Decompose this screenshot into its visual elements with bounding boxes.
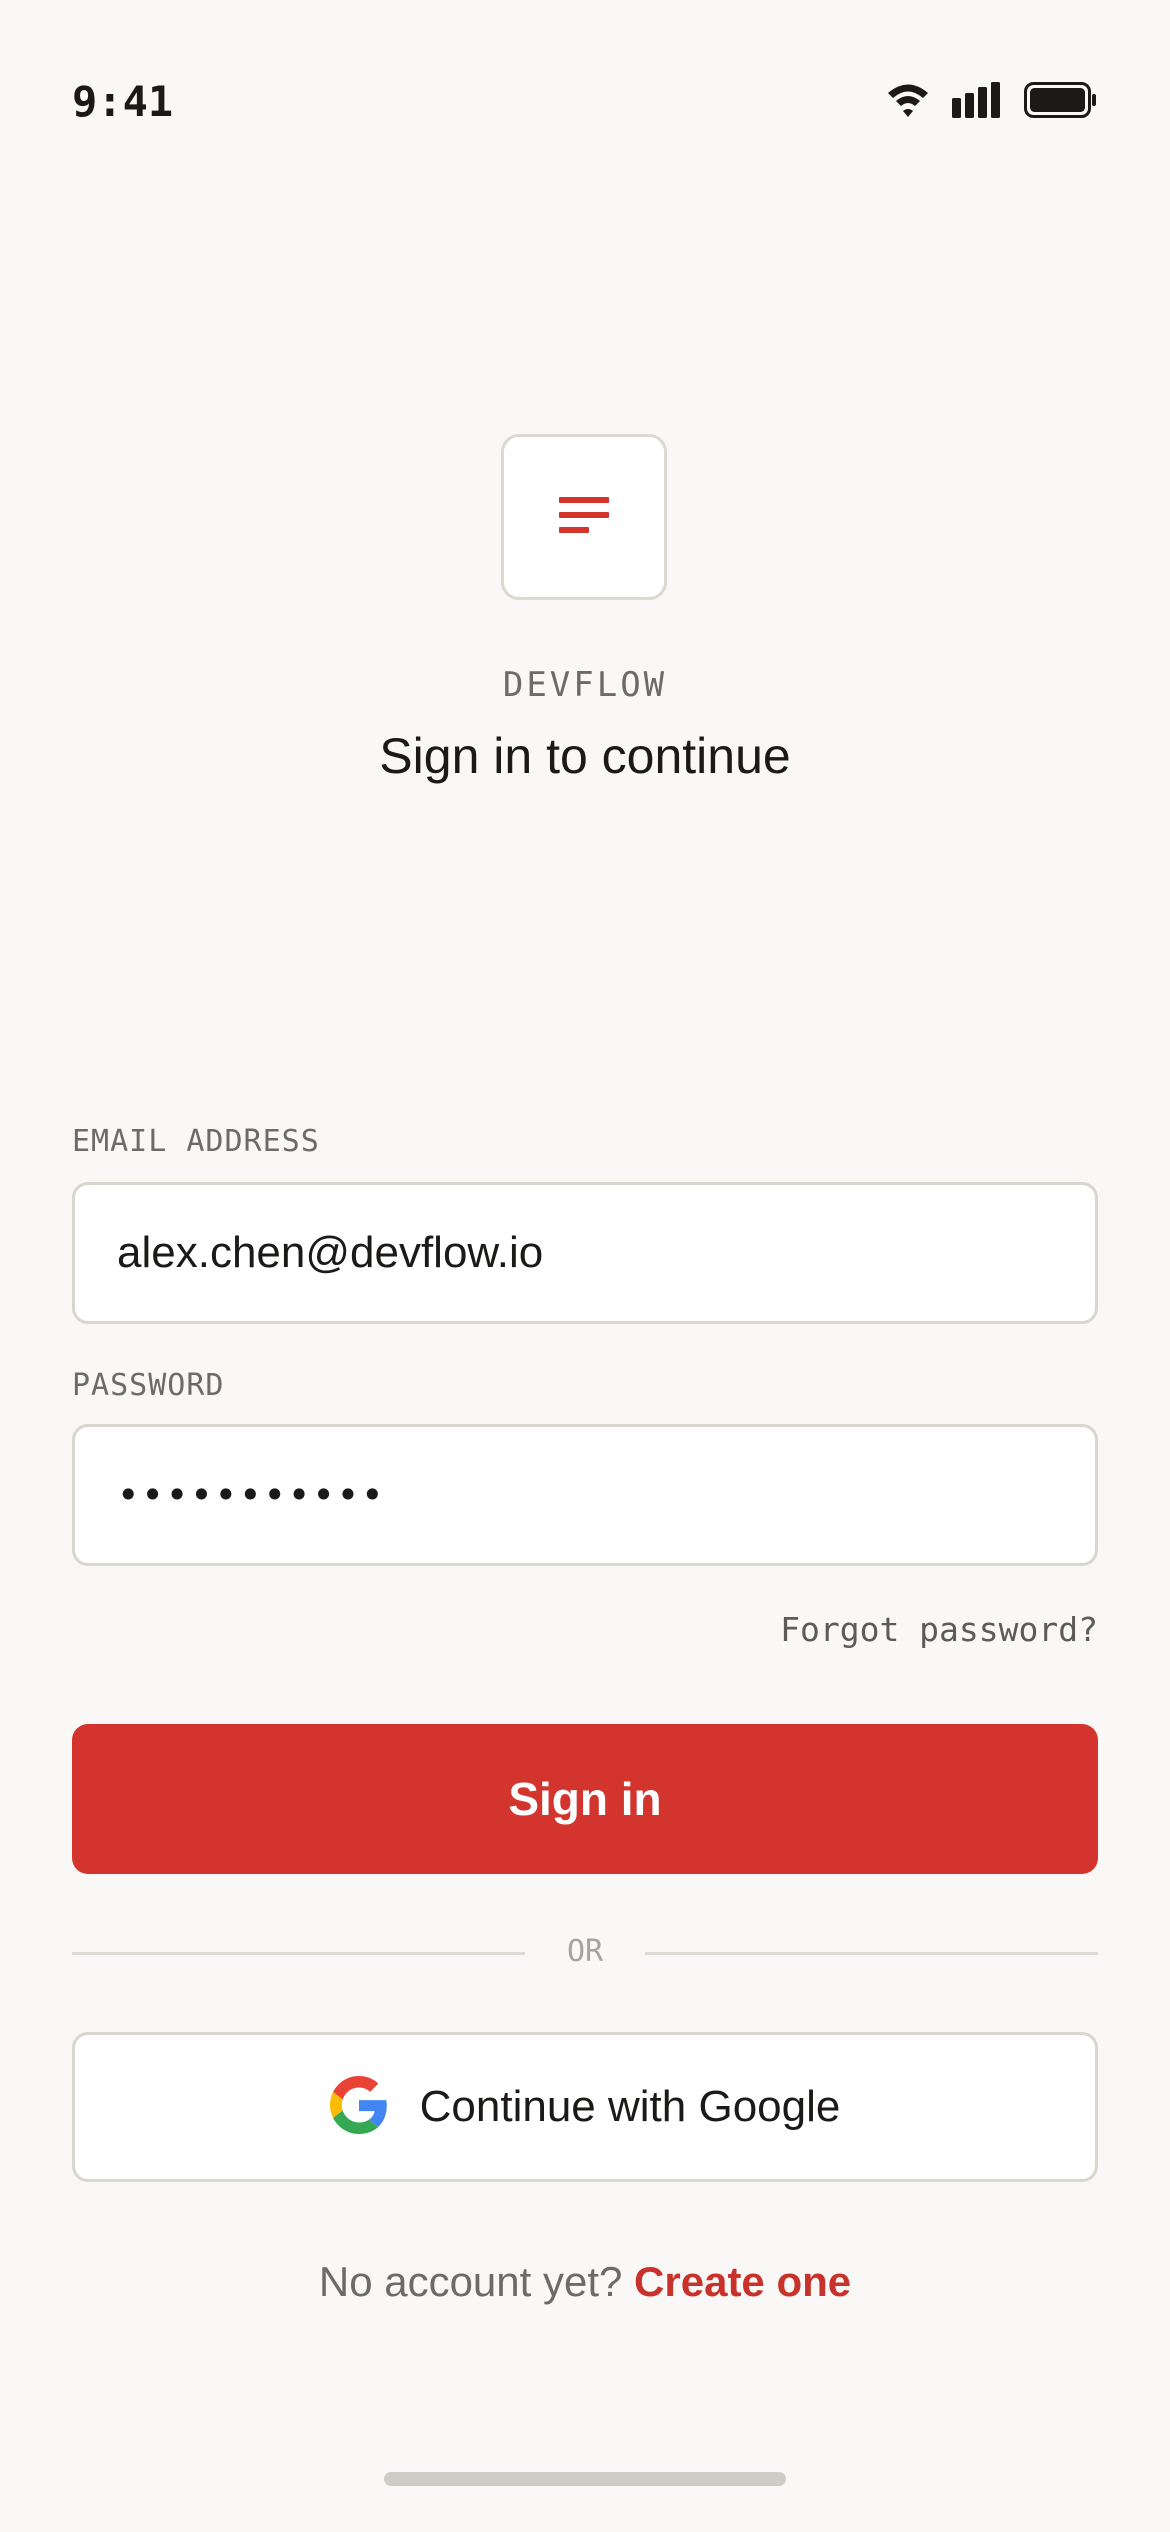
signup-prompt: No account yet? Create one xyxy=(0,2252,1170,2312)
status-icons xyxy=(886,80,1098,125)
google-button-label: Continue with Google xyxy=(419,2082,841,2131)
password-label: PASSWORD xyxy=(72,1368,225,1403)
forgot-password-link[interactable]: Forgot password? xyxy=(780,1608,1098,1652)
status-time: 9:41 xyxy=(72,77,174,126)
battery-icon xyxy=(1024,81,1098,123)
google-icon xyxy=(329,2075,388,2139)
signal-icon xyxy=(952,81,1002,123)
wifi-icon xyxy=(886,80,930,125)
sign-in-button[interactable]: Sign in xyxy=(72,1724,1098,1874)
divider-line-right xyxy=(645,1952,1098,1955)
brand-name: DEVFLOW xyxy=(502,665,668,705)
continue-with-google-button[interactable]: Continue with Google xyxy=(72,2032,1098,2182)
email-input[interactable] xyxy=(72,1182,1098,1324)
menu-lines-icon xyxy=(557,495,611,540)
app-logo xyxy=(501,434,667,600)
signup-prompt-text: No account yet? xyxy=(318,2258,623,2305)
home-indicator xyxy=(384,2472,786,2486)
password-input[interactable] xyxy=(72,1424,1098,1566)
divider-or: OR xyxy=(566,1934,604,1969)
email-label: EMAIL ADDRESS xyxy=(72,1124,320,1159)
divider-line-left xyxy=(72,1952,525,1955)
create-account-link[interactable]: Create one xyxy=(634,2258,851,2305)
page-title: Sign in to continue xyxy=(379,728,791,784)
